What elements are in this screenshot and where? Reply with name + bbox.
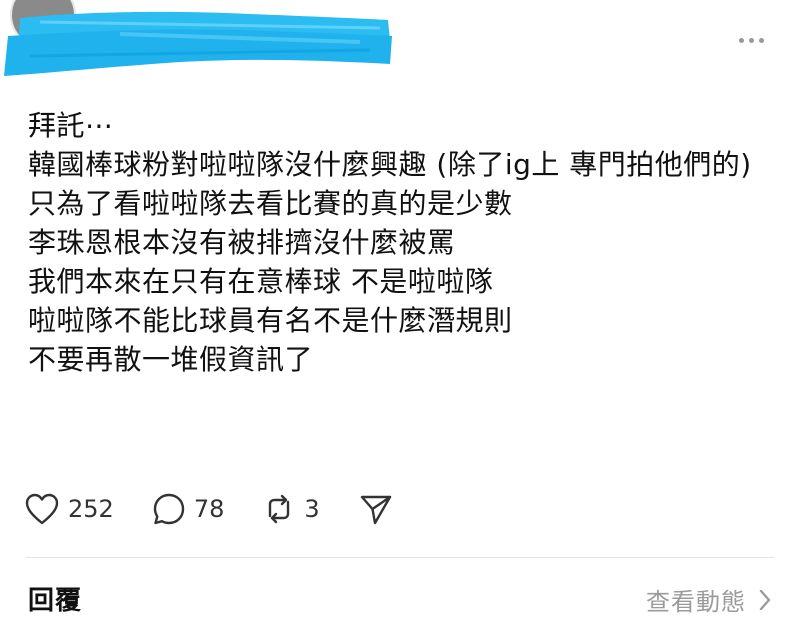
comment-count: 78 (193, 495, 225, 523)
post-line: 我們本來在只有在意棒球 不是啦啦隊 (28, 265, 494, 298)
more-icon[interactable] (736, 30, 766, 50)
post-line: 不要再散一堆假資訊了 (28, 343, 314, 376)
chevron-right-icon (759, 589, 771, 610)
comment-button[interactable]: 78 (152, 492, 225, 526)
post-line: 韓國棒球粉對啦啦隊沒什麼興趣 (除了ig上 專門拍他們的) (28, 148, 752, 181)
post-line: 李珠恩根本沒有被排擠沒什麼被罵 (28, 226, 456, 259)
like-button[interactable]: 252 (24, 492, 114, 526)
redaction-scribble (4, 11, 392, 77)
repost-button[interactable]: 3 (262, 492, 320, 526)
view-activity-button[interactable]: 查看動態 (646, 582, 772, 617)
share-icon (360, 495, 391, 525)
more-dot (738, 37, 744, 43)
action-bar: 252 78 3 (24, 488, 432, 530)
view-activity-label: 查看動態 (646, 588, 746, 616)
post-line: 拜託⋯ (28, 109, 114, 142)
more-dot (758, 37, 764, 43)
post-body: 拜託⋯ 韓國棒球粉對啦啦隊沒什麼興趣 (除了ig上 專門拍他們的) 只為了看啦啦… (28, 106, 768, 379)
repost-icon (269, 494, 290, 524)
reply-label[interactable]: 回覆 (28, 580, 82, 617)
post-line: 啦啦隊不能比球員有名不是什麼潛規則 (28, 304, 513, 337)
repost-count: 3 (304, 495, 320, 523)
like-count: 252 (68, 495, 114, 523)
heart-icon (25, 493, 59, 525)
divider (26, 557, 774, 558)
share-button[interactable] (358, 492, 394, 526)
post-footer: 回覆 查看動態 (28, 580, 772, 624)
comment-icon (153, 493, 185, 525)
post-line: 只為了看啦啦隊去看比賽的真的是少數 (28, 187, 513, 220)
post-header (0, 0, 800, 90)
more-dot (748, 37, 754, 43)
